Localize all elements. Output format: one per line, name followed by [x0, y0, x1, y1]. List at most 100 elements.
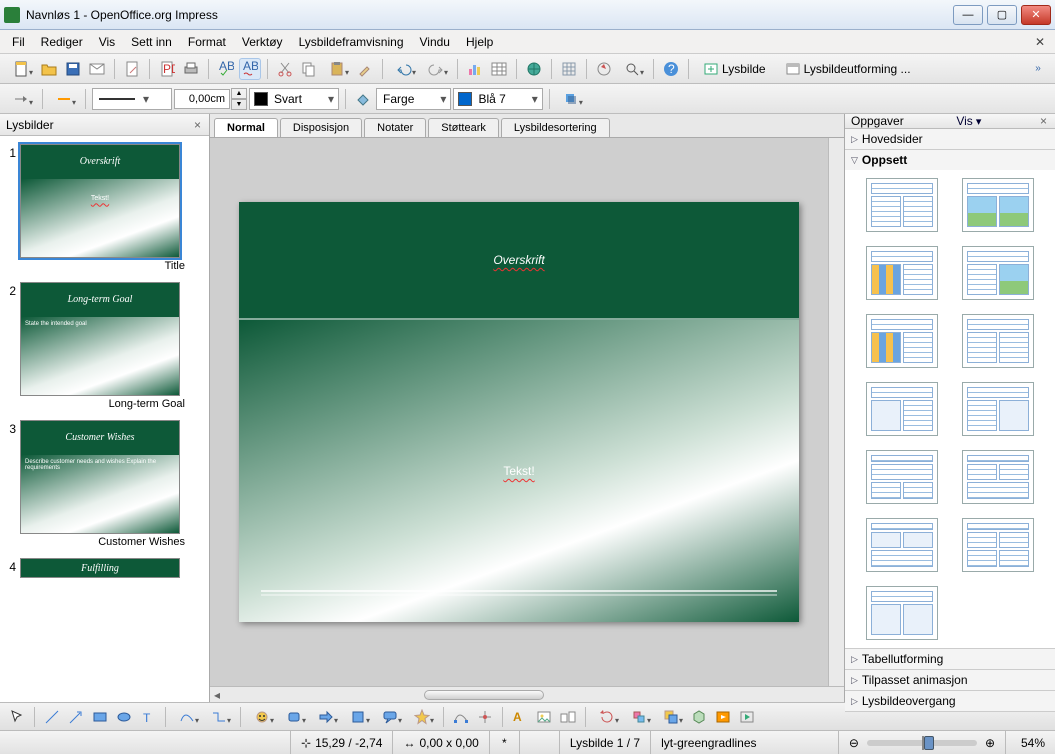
horizontal-scrollbar[interactable]: ◂ [210, 686, 844, 702]
symbol-shapes-tool[interactable] [279, 706, 309, 728]
window-close-button[interactable]: ✕ [1021, 5, 1051, 25]
fill-color-combo[interactable]: Blå 7▾ [453, 88, 542, 110]
arrange-tool[interactable] [656, 706, 686, 728]
zoom-button[interactable] [617, 58, 647, 80]
edit-file-button[interactable] [121, 58, 143, 80]
align-tool[interactable] [624, 706, 654, 728]
cut-button[interactable] [274, 58, 296, 80]
tasks-view-menu[interactable]: Vis ▾ [956, 114, 981, 128]
slides-panel-close[interactable]: × [192, 118, 203, 132]
table-button[interactable] [488, 58, 510, 80]
gluepoints-tool[interactable] [474, 706, 496, 728]
vertical-scrollbar[interactable] [828, 138, 844, 686]
navigator-button[interactable] [593, 58, 615, 80]
hyperlink-button[interactable] [523, 58, 545, 80]
layout-option[interactable] [866, 314, 938, 368]
layout-option[interactable] [866, 518, 938, 572]
paste-button[interactable] [322, 58, 352, 80]
tab-sorter[interactable]: Lysbildesortering [501, 118, 610, 137]
layout-option[interactable] [866, 382, 938, 436]
section-layouts-header[interactable]: ▽Oppsett [845, 150, 1055, 170]
slides-list[interactable]: 1 Overskrift Tekst! Title 2 Long-term Go… [0, 136, 209, 702]
menu-file[interactable]: Fil [4, 32, 33, 52]
section-table-design[interactable]: ▷Tabellutforming [845, 649, 1055, 670]
layout-option[interactable] [962, 314, 1034, 368]
slide-thumbnail-3[interactable]: 3 Customer Wishes Describe customer need… [0, 418, 209, 556]
layout-option[interactable] [866, 450, 938, 504]
slide-thumbnail-1[interactable]: 1 Overskrift Tekst! Title [0, 142, 209, 280]
auto-spellcheck-button[interactable]: ABC [239, 58, 261, 80]
section-slide-transition[interactable]: ▷Lysbildeovergang [845, 691, 1055, 712]
zoom-out-icon[interactable]: ⊖ [849, 736, 859, 750]
line-endings-button[interactable] [49, 88, 79, 110]
arrow-style-button[interactable] [6, 88, 36, 110]
fill-mode-combo[interactable]: Farge▾ [376, 88, 451, 110]
zoom-percent[interactable]: 54% [1005, 731, 1055, 754]
text-tool[interactable]: T [137, 706, 159, 728]
layout-option[interactable] [962, 450, 1034, 504]
menu-format[interactable]: Format [180, 32, 234, 52]
area-fill-button[interactable] [352, 88, 374, 110]
tab-normal[interactable]: Normal [214, 118, 278, 137]
points-edit-tool[interactable] [450, 706, 472, 728]
line-style-combo[interactable]: ▾ [92, 88, 172, 110]
flowchart-tool[interactable] [343, 706, 373, 728]
from-file-tool[interactable] [533, 706, 555, 728]
open-button[interactable] [38, 58, 60, 80]
redo-button[interactable] [421, 58, 451, 80]
grid-button[interactable] [558, 58, 580, 80]
callouts-tool[interactable] [375, 706, 405, 728]
copy-button[interactable] [298, 58, 320, 80]
extrusion-tool[interactable] [688, 706, 710, 728]
shadow-button[interactable] [556, 88, 586, 110]
menu-slideshow[interactable]: Lysbildeframvisning [291, 32, 412, 52]
insert-slide-button[interactable]: Lysbilde [695, 58, 775, 80]
layout-option[interactable] [962, 518, 1034, 572]
window-minimize-button[interactable]: — [953, 5, 983, 25]
slide-thumbnail-2[interactable]: 2 Long-term Goal State the intended goal… [0, 280, 209, 418]
tab-notes[interactable]: Notater [364, 118, 426, 137]
layout-option[interactable] [962, 382, 1034, 436]
gallery-tool[interactable] [557, 706, 579, 728]
zoom-in-icon[interactable]: ⊕ [985, 736, 995, 750]
animation-tool[interactable] [736, 706, 758, 728]
select-tool[interactable] [6, 706, 28, 728]
spellcheck-button[interactable]: ABC [215, 58, 237, 80]
help-button[interactable]: ? [660, 58, 682, 80]
block-arrows-tool[interactable] [311, 706, 341, 728]
tab-handout[interactable]: Støtteark [428, 118, 499, 137]
layout-option[interactable] [866, 178, 938, 232]
line-width-up[interactable]: ▲ [231, 88, 247, 99]
tasks-panel-close[interactable]: × [1038, 114, 1049, 128]
rectangle-tool[interactable] [89, 706, 111, 728]
layout-option[interactable] [962, 246, 1034, 300]
document-close-button[interactable]: ✕ [1029, 35, 1051, 49]
fontwork-tool[interactable]: A [509, 706, 531, 728]
section-custom-animation[interactable]: ▷Tilpasset animasjon [845, 670, 1055, 691]
menu-view[interactable]: Vis [91, 32, 123, 52]
format-paintbrush-button[interactable] [354, 58, 376, 80]
rotate-tool[interactable] [592, 706, 622, 728]
save-button[interactable] [62, 58, 84, 80]
slide-design-button[interactable]: Lysbildeutforming ... [777, 58, 920, 80]
print-button[interactable] [180, 58, 202, 80]
slide-canvas-area[interactable]: Overskrift Tekst! [210, 138, 828, 686]
menu-edit[interactable]: Rediger [33, 32, 91, 52]
new-document-button[interactable] [6, 58, 36, 80]
line-tool[interactable] [41, 706, 63, 728]
arrow-line-tool[interactable] [65, 706, 87, 728]
line-width-down[interactable]: ▼ [231, 99, 247, 110]
menu-insert[interactable]: Sett inn [123, 32, 180, 52]
menu-tools[interactable]: Verktøy [234, 32, 291, 52]
connector-tool[interactable] [204, 706, 234, 728]
slide-thumbnail-4[interactable]: 4 Fulfilling [0, 556, 209, 580]
stars-tool[interactable] [407, 706, 437, 728]
tab-outline[interactable]: Disposisjon [280, 118, 362, 137]
slide-title-text[interactable]: Overskrift [493, 253, 544, 267]
menu-help[interactable]: Hjelp [458, 32, 501, 52]
ellipse-tool[interactable] [113, 706, 135, 728]
export-pdf-button[interactable]: PDF [156, 58, 178, 80]
toolbar-overflow-button[interactable]: » [1027, 58, 1049, 80]
current-slide[interactable]: Overskrift Tekst! [239, 202, 799, 622]
email-button[interactable] [86, 58, 108, 80]
